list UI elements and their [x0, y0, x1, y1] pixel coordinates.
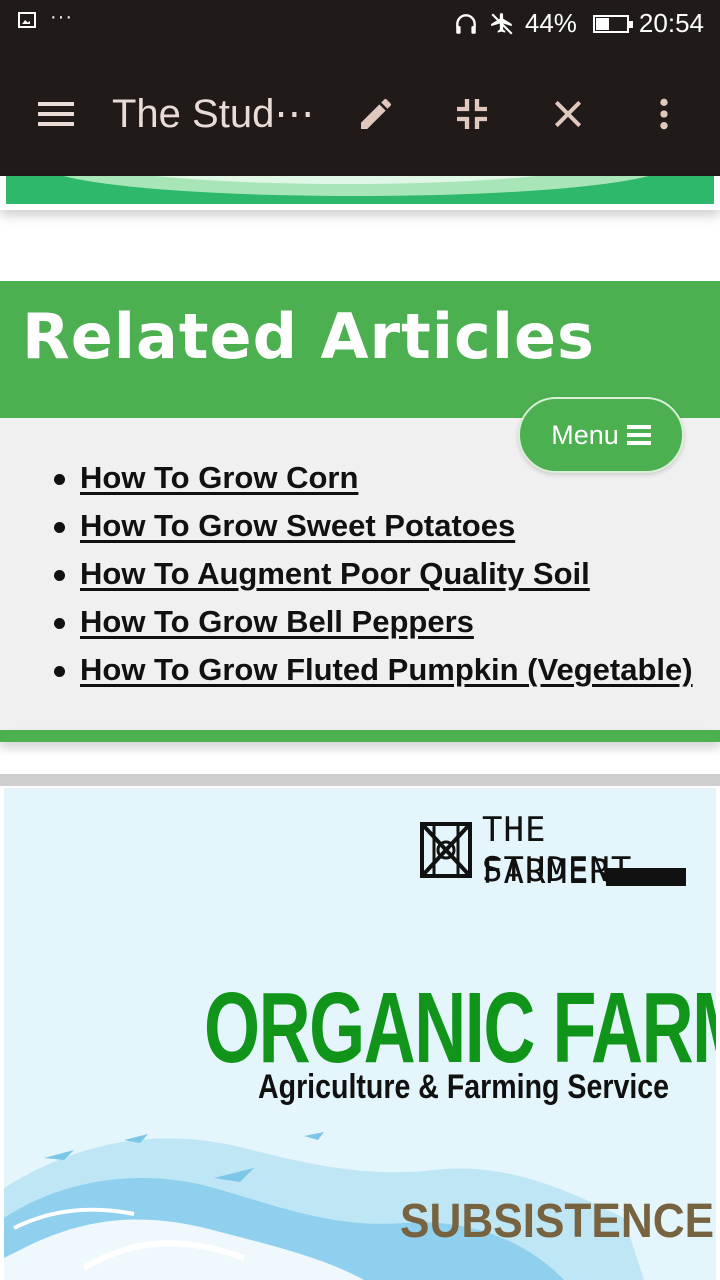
article-image-partial [0, 176, 720, 210]
related-articles-heading: Related Articles [22, 300, 595, 373]
banner-headline: ORGANIC FARM [204, 972, 716, 1084]
collapse-icon[interactable] [444, 86, 500, 142]
page-title: The Stud⋯ [112, 92, 315, 136]
list-item: How To Grow Fluted Pumpkin (Vegetable) [50, 648, 693, 696]
related-link-sweet-potatoes[interactable]: How To Grow Sweet Potatoes [80, 508, 515, 543]
app-bar: The Stud⋯ [0, 52, 720, 176]
related-link-bell-peppers[interactable]: How To Grow Bell Peppers [80, 604, 474, 639]
menu-button[interactable]: Menu [518, 397, 684, 473]
related-link-poor-soil[interactable]: How To Augment Poor Quality Soil [80, 556, 590, 591]
brand-name-line2: FARMER [482, 852, 611, 892]
battery-percent: 44% [524, 8, 577, 38]
overflow-menu-icon[interactable] [636, 86, 692, 142]
divider [0, 774, 720, 786]
menu-icon[interactable] [28, 86, 84, 142]
related-link-corn[interactable]: How To Grow Corn [80, 460, 358, 495]
related-articles-footer-bar [0, 730, 720, 742]
clock: 20:54 [638, 8, 704, 38]
edit-icon[interactable] [348, 86, 404, 142]
status-bar: ··· 44% 20:54 [0, 0, 720, 52]
airplane-mode-icon [491, 12, 513, 35]
related-link-fluted-pumpkin[interactable]: How To Grow Fluted Pumpkin (Vegetable) [80, 652, 693, 687]
banner-image: THE STUDENT FARMER ORGANIC FARM Agricult… [4, 788, 716, 1280]
banner-footer-word: SUBSISTENCE [400, 1195, 715, 1248]
image-icon [18, 12, 36, 28]
student-farmer-logo-icon [420, 822, 472, 878]
brand-underline [606, 868, 686, 886]
close-icon[interactable] [540, 86, 596, 142]
hamburger-icon [626, 421, 651, 449]
more-dots-icon: ··· [50, 6, 73, 28]
headphones-icon [456, 13, 476, 34]
battery-icon [592, 14, 633, 33]
banner-tagline: Agriculture & Farming Service [258, 1068, 670, 1106]
related-articles-list: How To Grow Corn How To Grow Sweet Potat… [50, 456, 693, 696]
list-item: How To Grow Sweet Potatoes [50, 504, 693, 552]
list-item: How To Grow Bell Peppers [50, 600, 693, 648]
list-item: How To Augment Poor Quality Soil [50, 552, 693, 600]
menu-button-label: Menu [551, 419, 619, 450]
